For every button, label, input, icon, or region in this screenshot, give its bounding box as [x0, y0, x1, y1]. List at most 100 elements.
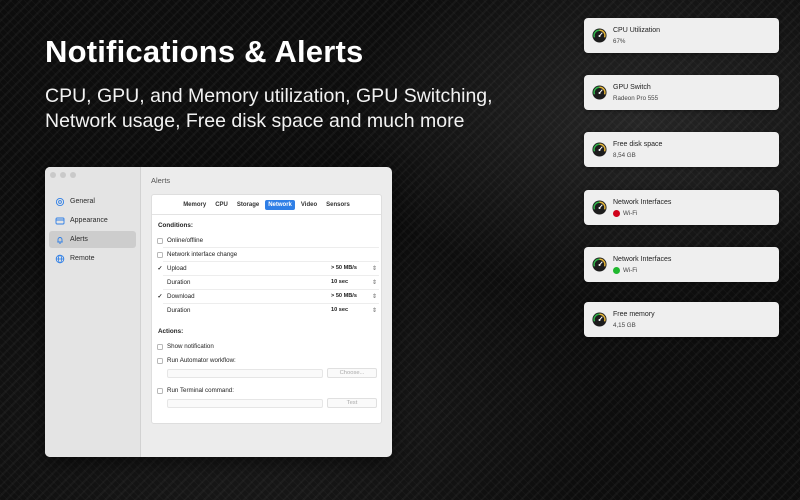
- sidebar-item-alerts[interactable]: Alerts: [49, 231, 136, 248]
- sidebar-item-general[interactable]: General: [49, 193, 136, 210]
- action-label: Run Terminal command:: [167, 387, 234, 394]
- online-offline-checkbox[interactable]: [157, 237, 163, 244]
- notification-card[interactable]: Free disk space 8,54 GB: [584, 132, 779, 167]
- gauge-app-icon: [592, 142, 607, 157]
- sidebar-item-remote[interactable]: Remote: [49, 250, 136, 267]
- gauge-app-icon: [592, 28, 607, 43]
- sidebar-item-label: Alerts: [70, 236, 88, 243]
- tab-storage[interactable]: Storage: [234, 200, 262, 210]
- condition-upload[interactable]: ✓ Upload > 50 MB/s ⇕: [157, 262, 377, 275]
- condition-label: Upload: [167, 265, 187, 272]
- status-dot-icon: [613, 267, 620, 274]
- notification-subtitle: 4,15 GB: [613, 322, 636, 329]
- actions-heading: Actions:: [158, 328, 184, 335]
- download-duration-select[interactable]: 10 sec ⇕: [331, 307, 377, 314]
- condition-interface-change[interactable]: Network interface change: [157, 248, 377, 261]
- hero-title: Notifications & Alerts: [45, 34, 364, 69]
- interface-change-checkbox[interactable]: [157, 251, 163, 258]
- chevron-up-down-icon: ⇕: [371, 294, 377, 300]
- gauge-app-icon: [592, 200, 607, 215]
- minimize-window-button[interactable]: [60, 172, 66, 178]
- notification-subtitle-text: 67%: [613, 38, 626, 45]
- action-show-notification[interactable]: Show notification: [157, 340, 377, 353]
- notification-title: CPU Utilization: [613, 27, 661, 34]
- test-command-button[interactable]: Test: [327, 398, 377, 408]
- notification-title: GPU Switch: [613, 84, 651, 91]
- bell-icon: [57, 236, 63, 244]
- choose-workflow-button[interactable]: Choose...: [327, 368, 377, 378]
- action-run-automator[interactable]: Run Automator workflow:: [157, 354, 377, 367]
- notification-title: Network Interfaces: [613, 256, 672, 263]
- tab-video[interactable]: Video: [298, 200, 320, 210]
- notification-subtitle-text: Wi-Fi: [623, 210, 638, 217]
- notification-card[interactable]: GPU Switch Radeon Pro 555: [584, 75, 779, 110]
- notification-subtitle-text: Radeon Pro 555: [613, 95, 659, 102]
- download-threshold-select[interactable]: > 50 MB/s ⇕: [331, 293, 377, 300]
- notification-title: Network Interfaces: [613, 199, 672, 206]
- sidebar-item-appearance[interactable]: Appearance: [49, 212, 136, 229]
- terminal-command-field[interactable]: [167, 399, 323, 408]
- tab-divider: [152, 214, 381, 215]
- notification-subtitle: Wi-Fi: [613, 267, 637, 274]
- gauge-app-icon: [592, 85, 607, 100]
- sidebar-item-label: Remote: [70, 255, 95, 262]
- upload-duration-select[interactable]: 10 sec ⇕: [331, 279, 377, 286]
- condition-label: Online/offline: [167, 237, 204, 244]
- condition-label: Network interface change: [167, 251, 238, 258]
- notification-card[interactable]: Network Interfaces Wi-Fi: [584, 247, 779, 282]
- automator-workflow-path-field[interactable]: [167, 369, 323, 378]
- tab-network[interactable]: Network: [265, 200, 295, 210]
- condition-label: Download: [167, 293, 195, 300]
- upload-threshold-select[interactable]: > 50 MB/s ⇕: [331, 265, 377, 272]
- upload-checkbox[interactable]: ✓: [157, 266, 163, 272]
- notification-card[interactable]: Free memory 4,15 GB: [584, 302, 779, 337]
- window-icon: [55, 217, 65, 224]
- condition-label: Duration: [167, 307, 191, 314]
- notification-card[interactable]: CPU Utilization 67%: [584, 18, 779, 53]
- condition-download[interactable]: ✓ Download > 50 MB/s ⇕: [157, 290, 377, 303]
- notification-subtitle: Wi-Fi: [613, 210, 637, 217]
- hero-subtitle-line-1: CPU, GPU, and Memory utilization, GPU Sw…: [45, 85, 493, 107]
- select-value: 10 sec: [331, 307, 349, 313]
- alerts-panel: Memory CPU Storage Network Video Sensors…: [151, 194, 382, 424]
- show-notification-checkbox[interactable]: [157, 343, 163, 350]
- window-controls: [50, 172, 76, 178]
- gear-icon: [55, 197, 65, 206]
- condition-label: Duration: [167, 279, 191, 286]
- zoom-window-button[interactable]: [70, 172, 76, 178]
- tab-memory[interactable]: Memory: [180, 200, 209, 210]
- gauge-app-icon: [592, 312, 607, 327]
- condition-download-duration: Duration 10 sec ⇕: [157, 304, 377, 317]
- condition-online-offline[interactable]: Online/offline: [157, 234, 377, 247]
- action-run-terminal[interactable]: Run Terminal command:: [157, 384, 377, 397]
- notification-subtitle: 8,54 GB: [613, 152, 636, 159]
- sidebar-item-label: Appearance: [70, 217, 108, 224]
- sidebar: General Appearance Alerts Remote: [45, 167, 141, 457]
- notification-subtitle-text: 4,15 GB: [613, 322, 636, 329]
- action-label: Show notification: [167, 343, 214, 350]
- notification-card[interactable]: Network Interfaces Wi-Fi: [584, 190, 779, 225]
- condition-upload-duration: Duration 10 sec ⇕: [157, 276, 377, 289]
- close-window-button[interactable]: [50, 172, 56, 178]
- status-dot-icon: [613, 210, 620, 217]
- hero-subtitle-line-2: Network usage, Free disk space and much …: [45, 110, 465, 132]
- run-automator-checkbox[interactable]: [157, 357, 163, 364]
- download-checkbox[interactable]: ✓: [157, 294, 163, 300]
- hero-subtitle: CPU, GPU, and Memory utilization, GPU Sw…: [45, 84, 493, 134]
- notification-title: Free disk space: [613, 141, 663, 148]
- select-value: > 50 MB/s: [331, 293, 357, 299]
- tab-sensors[interactable]: Sensors: [323, 200, 353, 210]
- chevron-up-down-icon: ⇕: [371, 308, 377, 314]
- sidebar-item-label: General: [70, 198, 95, 205]
- gauge-app-icon: [592, 257, 607, 272]
- notification-subtitle: 67%: [613, 38, 625, 45]
- preferences-window: General Appearance Alerts Remote Alerts …: [45, 167, 392, 457]
- run-terminal-checkbox[interactable]: [157, 387, 163, 394]
- tab-cpu[interactable]: CPU: [212, 200, 231, 210]
- select-value: > 50 MB/s: [331, 265, 357, 271]
- tab-bar: Memory CPU Storage Network Video Sensors: [152, 200, 381, 210]
- conditions-heading: Conditions:: [158, 222, 193, 229]
- select-value: 10 sec: [331, 279, 349, 285]
- notification-subtitle: Radeon Pro 555: [613, 95, 658, 102]
- globe-icon: [55, 254, 65, 263]
